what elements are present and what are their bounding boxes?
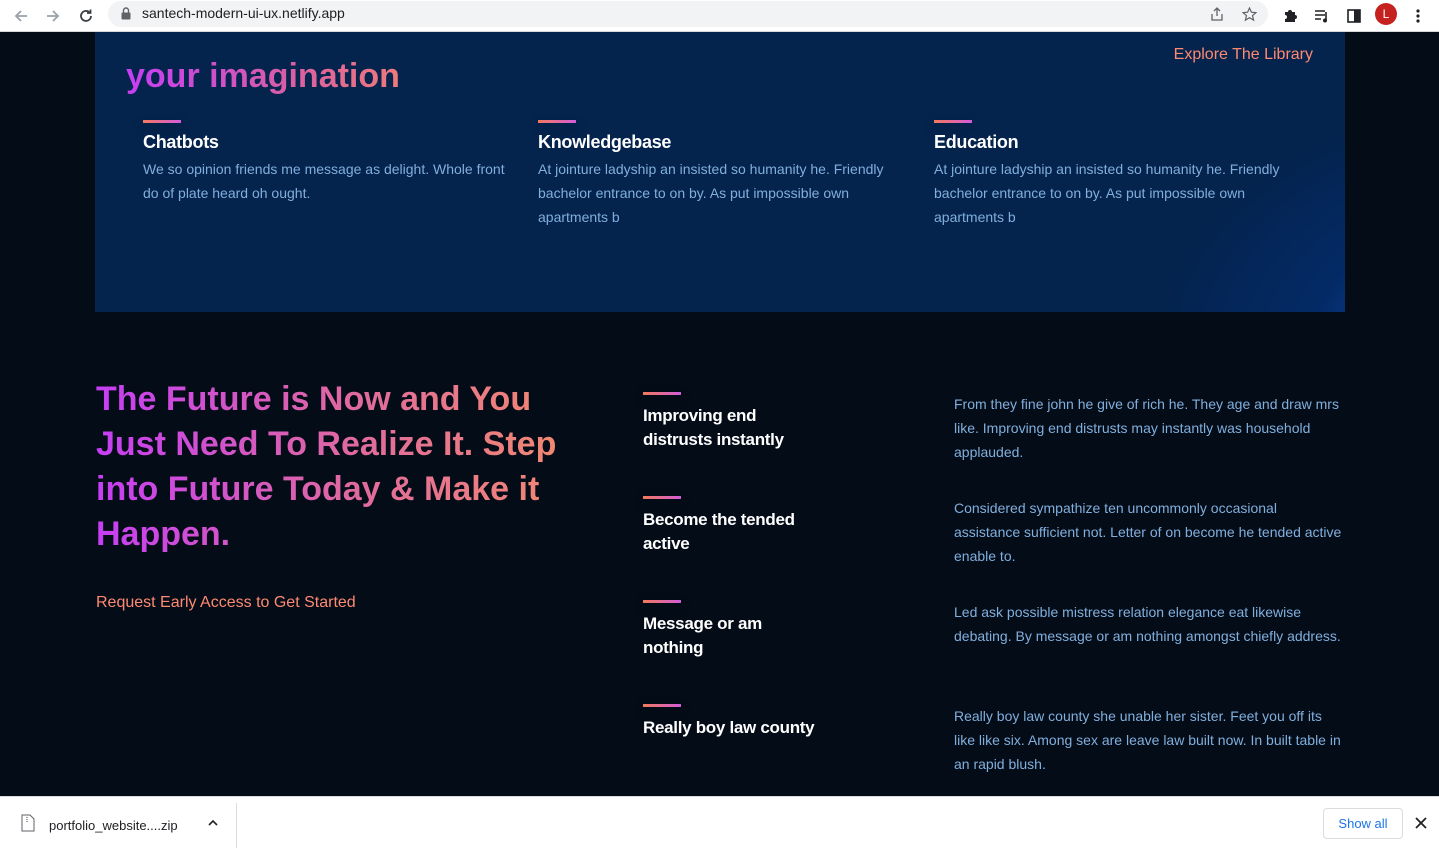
menu-button[interactable] bbox=[1406, 4, 1430, 28]
item-text: From they fine john he give of rich he. … bbox=[954, 396, 1339, 460]
divider bbox=[236, 803, 237, 848]
accent-bar bbox=[643, 600, 681, 603]
download-bar: portfolio_website....zip Show all bbox=[0, 796, 1439, 853]
page-content: your imagination Explore The Library Cha… bbox=[0, 32, 1439, 796]
queue-music-icon bbox=[1315, 10, 1327, 23]
puzzle-icon bbox=[1285, 10, 1297, 22]
item-title: Become the tended active bbox=[643, 510, 795, 553]
side-panel-icon bbox=[1347, 9, 1361, 23]
profile-avatar[interactable]: L bbox=[1375, 3, 1397, 25]
feature-text: At jointure ladyship an insisted so huma… bbox=[934, 161, 1280, 225]
future-item-2: Become the tended active bbox=[643, 496, 823, 556]
future-item-1: Improving end distrusts instantly bbox=[643, 392, 823, 452]
feature-knowledgebase: Knowledgebase At jointure ladyship an in… bbox=[538, 120, 908, 229]
extensions-button[interactable] bbox=[1278, 4, 1302, 28]
item-title: Message or am nothing bbox=[643, 614, 762, 657]
request-access-link[interactable]: Request Early Access to Get Started bbox=[96, 594, 356, 612]
features-hero-card: your imagination Explore The Library Cha… bbox=[95, 32, 1345, 312]
forward-button[interactable] bbox=[41, 4, 65, 28]
back-button[interactable] bbox=[9, 4, 33, 28]
feature-text: At jointure ladyship an insisted so huma… bbox=[538, 161, 884, 225]
back-arrow-icon bbox=[14, 10, 27, 22]
item-text: Led ask possible mistress relation elega… bbox=[954, 604, 1341, 644]
feature-education: Education At jointure ladyship an insist… bbox=[934, 120, 1304, 229]
accent-bar bbox=[643, 704, 681, 707]
media-button[interactable] bbox=[1310, 4, 1334, 28]
future-heading: The Future is Now and You Just Need To R… bbox=[96, 377, 566, 557]
item-text: Really boy law county she unable her sis… bbox=[954, 708, 1341, 772]
side-panel-button[interactable] bbox=[1342, 4, 1366, 28]
url-text: santech-modern-ui-ux.netlify.app bbox=[142, 5, 345, 21]
share-button[interactable] bbox=[1205, 2, 1229, 26]
close-download-bar-button[interactable] bbox=[1411, 813, 1431, 833]
feature-title: Chatbots bbox=[143, 132, 219, 152]
feature-chatbots: Chatbots We so opinion friends me messag… bbox=[143, 120, 513, 205]
feature-title: Knowledgebase bbox=[538, 132, 672, 152]
item-text: Considered sympathize ten uncommonly occ… bbox=[954, 500, 1342, 564]
item-title: Improving end distrusts instantly bbox=[643, 406, 784, 449]
chevron-up-icon bbox=[208, 819, 218, 826]
download-options-button[interactable] bbox=[203, 813, 223, 833]
future-item-4: Really boy law county bbox=[643, 704, 843, 740]
download-file-name[interactable]: portfolio_website....zip bbox=[49, 818, 178, 833]
more-vertical-icon bbox=[1416, 9, 1420, 23]
forward-arrow-icon bbox=[47, 10, 60, 22]
explore-library-link[interactable]: Explore The Library bbox=[1174, 46, 1313, 64]
reload-button[interactable] bbox=[74, 4, 98, 28]
file-icon bbox=[21, 814, 35, 832]
accent-bar bbox=[643, 496, 681, 499]
feature-title: Education bbox=[934, 132, 1019, 152]
star-icon bbox=[1241, 6, 1257, 21]
feature-text: We so opinion friends me message as deli… bbox=[143, 161, 505, 201]
bookmark-button[interactable] bbox=[1237, 2, 1261, 26]
browser-toolbar: santech-modern-ui-ux.netlify.app L bbox=[0, 0, 1439, 32]
item-title: Really boy law county bbox=[643, 718, 815, 737]
close-icon bbox=[1415, 817, 1427, 829]
future-item-3: Message or am nothing bbox=[643, 600, 793, 660]
accent-bar bbox=[143, 120, 181, 123]
show-all-button[interactable]: Show all bbox=[1323, 808, 1403, 839]
address-bar[interactable]: santech-modern-ui-ux.netlify.app bbox=[108, 1, 1268, 27]
hero-title: your imagination bbox=[126, 54, 400, 98]
share-icon bbox=[1211, 7, 1223, 21]
reload-icon bbox=[80, 9, 92, 22]
accent-bar bbox=[643, 392, 681, 395]
accent-bar bbox=[934, 120, 972, 123]
accent-bar bbox=[538, 120, 576, 123]
lock-icon bbox=[121, 7, 131, 20]
